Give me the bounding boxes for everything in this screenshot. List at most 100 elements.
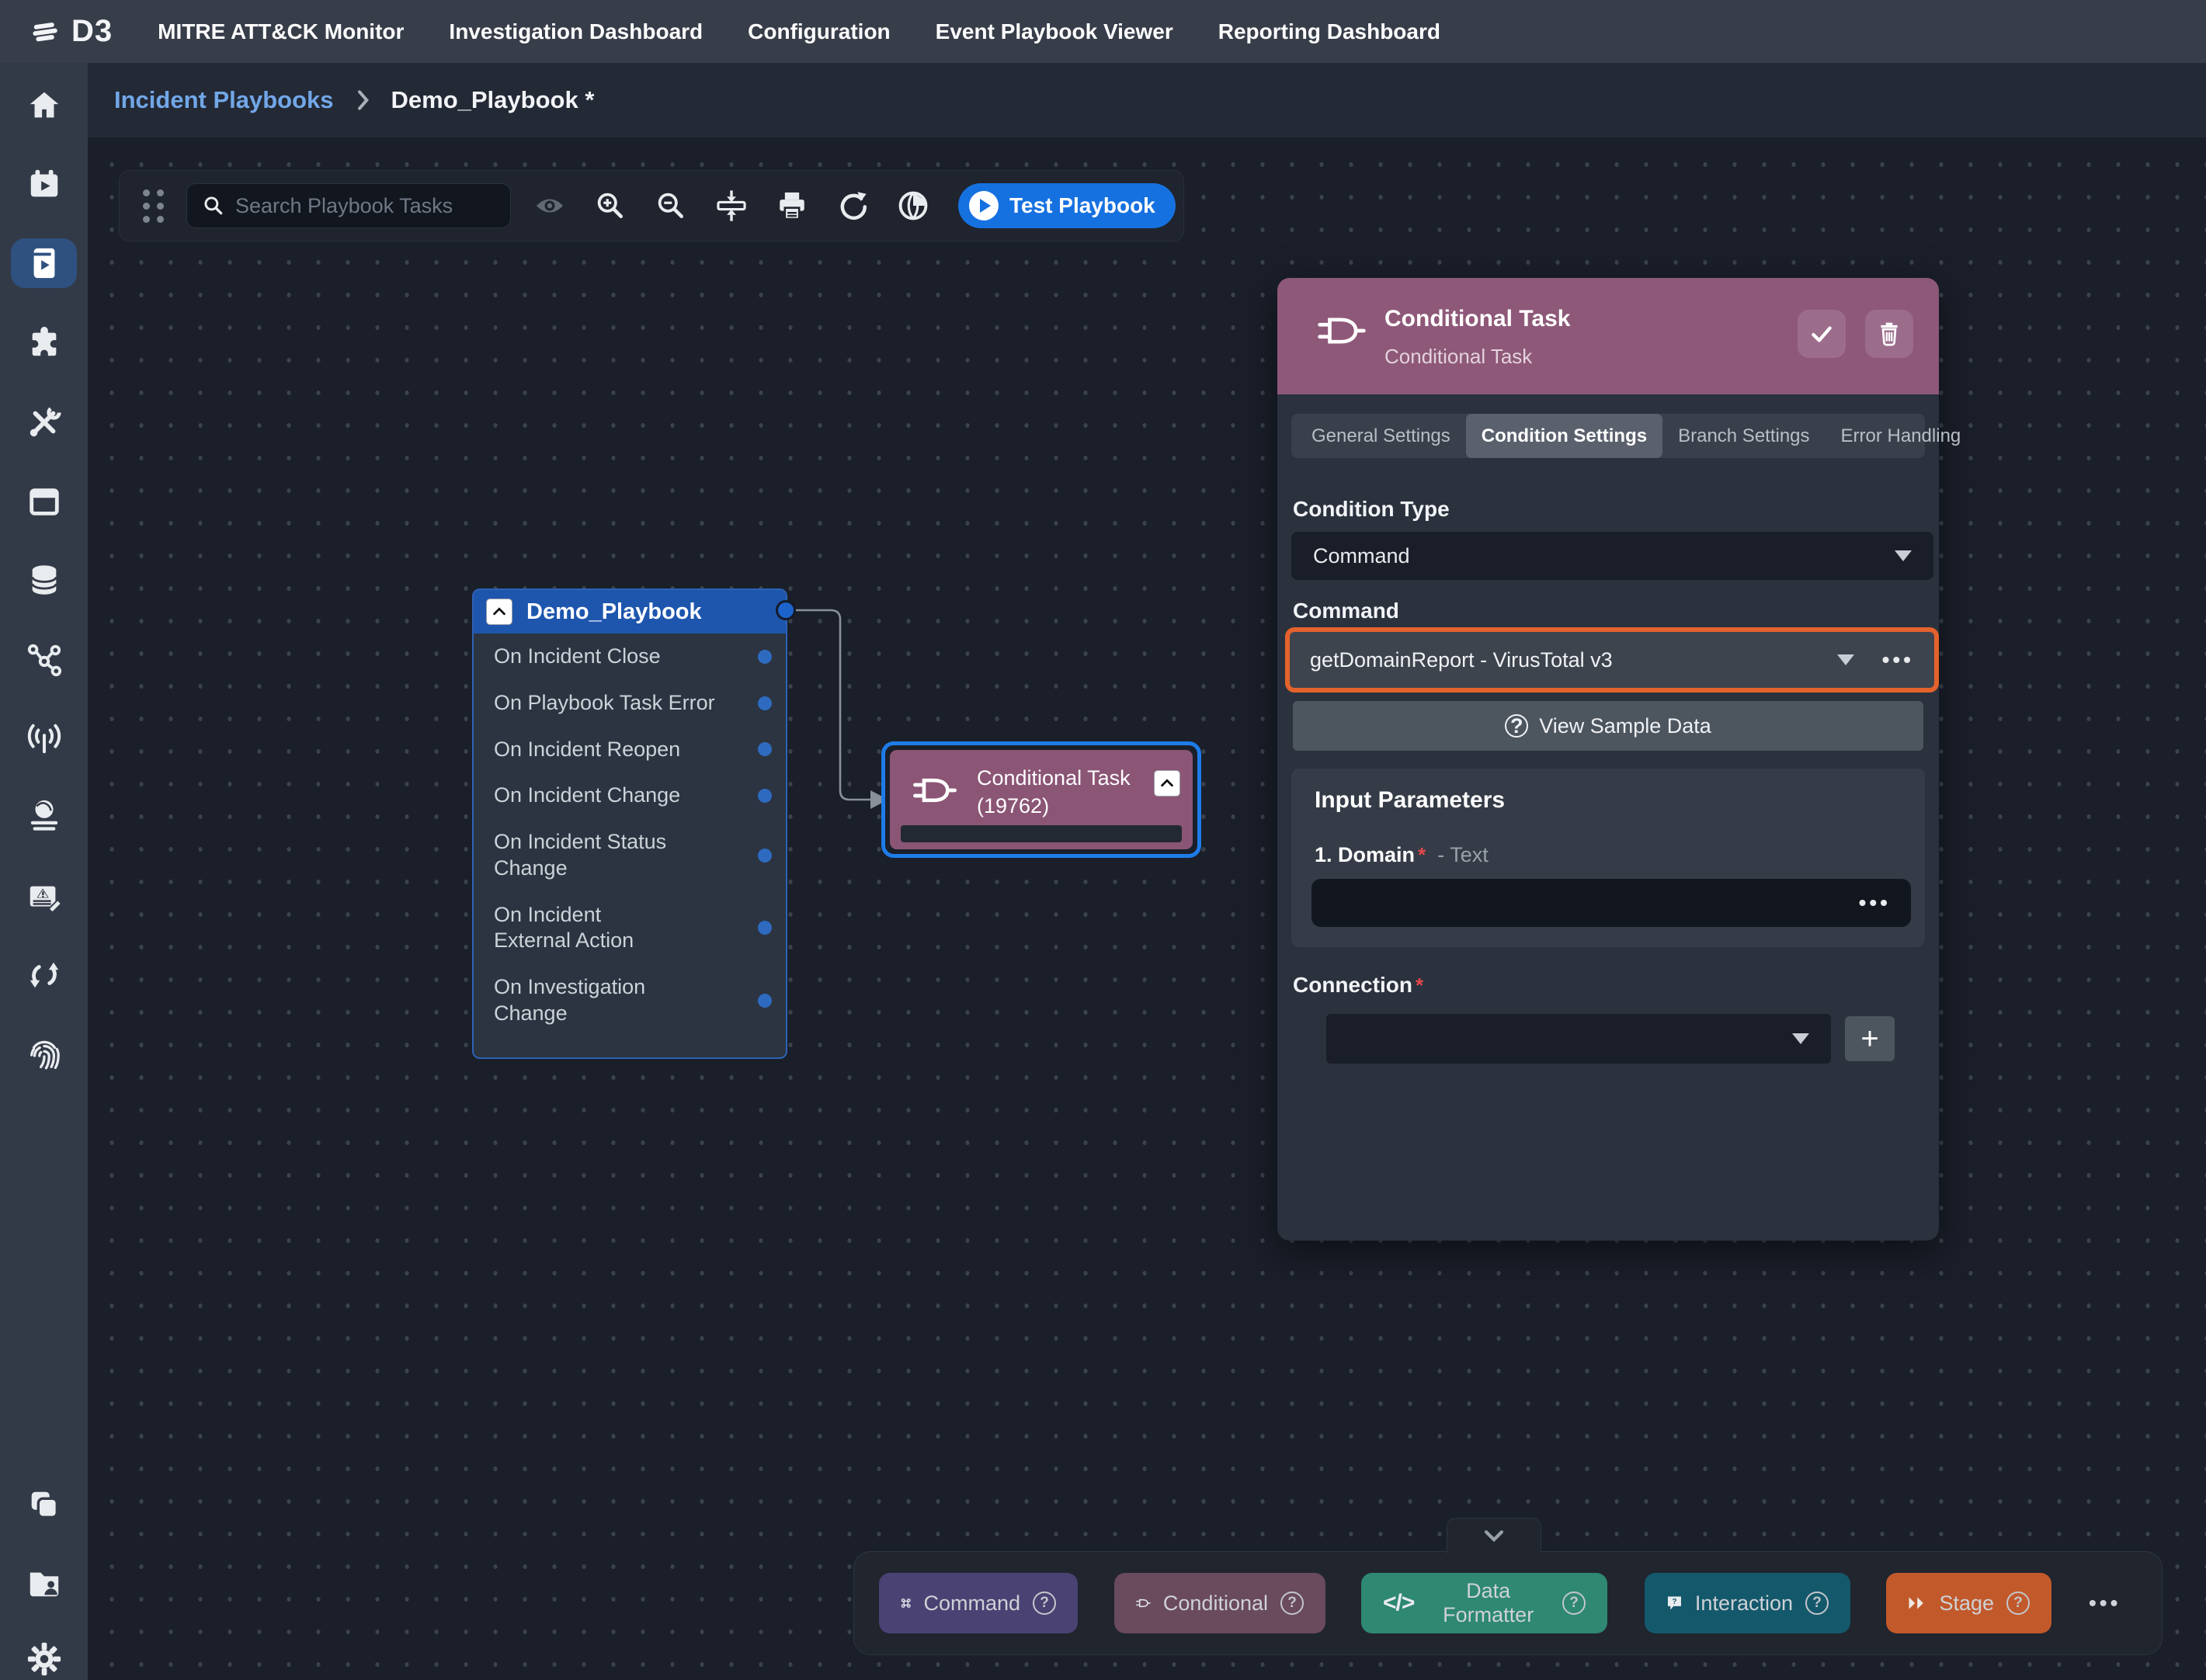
nav-event-playbook-viewer[interactable]: Event Playbook Viewer <box>936 19 1173 44</box>
playbook-output-port[interactable] <box>776 600 796 620</box>
eye-icon[interactable] <box>528 184 571 227</box>
trigger-port-icon[interactable] <box>758 789 772 803</box>
breadcrumb-parent-link[interactable]: Incident Playbooks <box>114 86 334 114</box>
trigger-row-on-incident-change[interactable]: On Incident Change <box>474 772 786 819</box>
chevron-down-icon <box>1481 1526 1507 1546</box>
palette-conditional-button[interactable]: Conditional ? <box>1114 1573 1325 1633</box>
task-node-title: Conditional Task <box>977 764 1131 792</box>
top-navigation-bar: D3 MITRE ATT&CK Monitor Investigation Da… <box>0 0 2206 63</box>
trigger-row-on-playbook-task-error[interactable]: On Playbook Task Error <box>474 680 786 727</box>
playbook-trigger-node[interactable]: Demo_Playbook On Incident Close On Playb… <box>472 588 787 1059</box>
trigger-port-icon[interactable] <box>758 921 772 935</box>
view-sample-data-button[interactable]: ? View Sample Data <box>1293 701 1923 751</box>
question-circle-icon: ? <box>1505 714 1528 738</box>
palette-more-options-icon[interactable]: ••• <box>2089 1591 2121 1616</box>
palette-collapse-tab[interactable] <box>1447 1518 1541 1553</box>
playbook-node-header[interactable]: Demo_Playbook <box>474 590 786 633</box>
command-more-options-icon[interactable]: ••• <box>1882 647 1914 672</box>
fit-view-icon[interactable] <box>710 184 753 227</box>
sidebar-item-home[interactable] <box>11 82 77 131</box>
document-alert-icon <box>26 880 62 916</box>
printer-icon[interactable] <box>770 184 814 227</box>
task-node-texts: Conditional Task (19762) <box>977 764 1131 821</box>
sidebar-item-sync[interactable] <box>11 950 77 1000</box>
drag-handle-icon[interactable] <box>143 189 165 223</box>
sidebar-item-web-intake[interactable] <box>11 792 77 842</box>
calendar-play-icon <box>26 167 62 203</box>
sidebar-item-shared-folder[interactable] <box>11 1558 77 1608</box>
sidebar-item-scheduled-playbooks[interactable] <box>11 160 77 210</box>
sidebar-item-data-store[interactable] <box>11 555 77 605</box>
help-icon[interactable]: ? <box>1280 1591 1304 1615</box>
tab-error-handling[interactable]: Error Handling <box>1826 414 1977 458</box>
playbook-icon <box>26 245 62 281</box>
database-icon <box>26 562 62 598</box>
search-icon <box>203 193 224 219</box>
trigger-port-icon[interactable] <box>758 650 772 664</box>
command-select-highlighted[interactable]: getDomainReport - VirusTotal v3 ••• <box>1285 627 1939 692</box>
palette-interaction-button[interactable]: ? Interaction ? <box>1645 1573 1850 1633</box>
trigger-port-icon[interactable] <box>758 696 772 710</box>
nav-mitre-attck-monitor[interactable]: MITRE ATT&CK Monitor <box>158 19 404 44</box>
conditional-plug-icon <box>1136 1591 1151 1615</box>
test-playbook-label: Test Playbook <box>1009 193 1155 218</box>
palette-command-label: Command <box>923 1591 1020 1616</box>
test-playbook-button[interactable]: Test Playbook <box>958 183 1176 228</box>
sidebar-item-utility-commands[interactable] <box>11 397 77 447</box>
nav-reporting-dashboard[interactable]: Reporting Dashboard <box>1218 19 1440 44</box>
sidebar-item-incident-forms[interactable] <box>11 873 77 923</box>
tools-icon <box>26 404 62 440</box>
connection-select[interactable] <box>1326 1014 1831 1064</box>
help-icon[interactable]: ? <box>2006 1591 2030 1615</box>
zoom-out-icon[interactable] <box>649 184 693 227</box>
gear-icon <box>26 1641 62 1677</box>
condition-type-select[interactable]: Command <box>1291 532 1933 580</box>
zoom-in-icon[interactable] <box>589 184 632 227</box>
add-connection-button[interactable]: + <box>1845 1016 1895 1061</box>
double-chevron-icon <box>1908 1592 1926 1614</box>
tab-condition-settings[interactable]: Condition Settings <box>1466 414 1662 458</box>
palette-interaction-label: Interaction <box>1695 1591 1793 1616</box>
task-properties-panel: Conditional Task Conditional Task Genera… <box>1277 278 1939 1241</box>
confirm-button[interactable] <box>1798 310 1846 358</box>
conditional-task-node[interactable]: Conditional Task (19762) <box>881 741 1201 858</box>
refresh-icon[interactable] <box>831 184 874 227</box>
palette-stage-button[interactable]: Stage ? <box>1886 1573 2051 1633</box>
help-icon[interactable]: ? <box>1562 1591 1586 1615</box>
help-icon[interactable]: ? <box>1033 1591 1056 1615</box>
param-domain-input[interactable]: ••• <box>1311 879 1911 927</box>
trigger-row-on-incident-close[interactable]: On Incident Close <box>474 633 786 680</box>
d3-logo[interactable]: D3 <box>30 14 113 49</box>
palette-command-button[interactable]: Command ? <box>879 1573 1078 1633</box>
trigger-row-on-incident-reopen[interactable]: On Incident Reopen <box>474 727 786 773</box>
sidebar-item-incident-playbooks[interactable] <box>11 238 77 288</box>
sidebar-item-identity[interactable] <box>11 1030 77 1080</box>
delete-button[interactable] <box>1865 310 1913 358</box>
trigger-row-on-incident-status-change[interactable]: On Incident Status Change <box>474 819 786 892</box>
tab-branch-settings[interactable]: Branch Settings <box>1662 414 1825 458</box>
param-editor-icon[interactable]: ••• <box>1859 890 1891 915</box>
sidebar-item-integrations[interactable] <box>11 318 77 368</box>
nav-investigation-dashboard[interactable]: Investigation Dashboard <box>449 19 703 44</box>
help-icon[interactable]: ? <box>1805 1591 1829 1615</box>
sidebar-item-event-intake[interactable] <box>11 714 77 764</box>
sidebar-item-event-board[interactable] <box>11 477 77 526</box>
task-palette: Command ? Conditional ? </> Data Formatt… <box>853 1551 2163 1655</box>
trigger-row-on-incident-external-action[interactable]: On Incident External Action <box>474 892 786 965</box>
panel-title: Conditional Task <box>1384 306 1570 332</box>
collapse-caret-icon[interactable] <box>486 599 512 625</box>
collapse-caret-icon[interactable] <box>1154 770 1180 797</box>
nav-configuration[interactable]: Configuration <box>748 19 891 44</box>
sidebar-item-settings[interactable] <box>11 1634 77 1680</box>
palette-data-formatter-button[interactable]: </> Data Formatter ? <box>1361 1573 1607 1633</box>
sidebar-item-correlations[interactable] <box>11 635 77 685</box>
sidebar-item-copy[interactable] <box>11 1480 77 1529</box>
trigger-row-on-investigation-change[interactable]: On Investigation Change <box>474 964 786 1037</box>
search-input[interactable] <box>235 194 510 218</box>
tab-general-settings[interactable]: General Settings <box>1296 414 1466 458</box>
search-box[interactable] <box>186 183 511 228</box>
trigger-port-icon[interactable] <box>758 742 772 756</box>
trigger-port-icon[interactable] <box>758 849 772 863</box>
globe-icon[interactable] <box>891 184 935 227</box>
trigger-port-icon[interactable] <box>758 994 772 1008</box>
